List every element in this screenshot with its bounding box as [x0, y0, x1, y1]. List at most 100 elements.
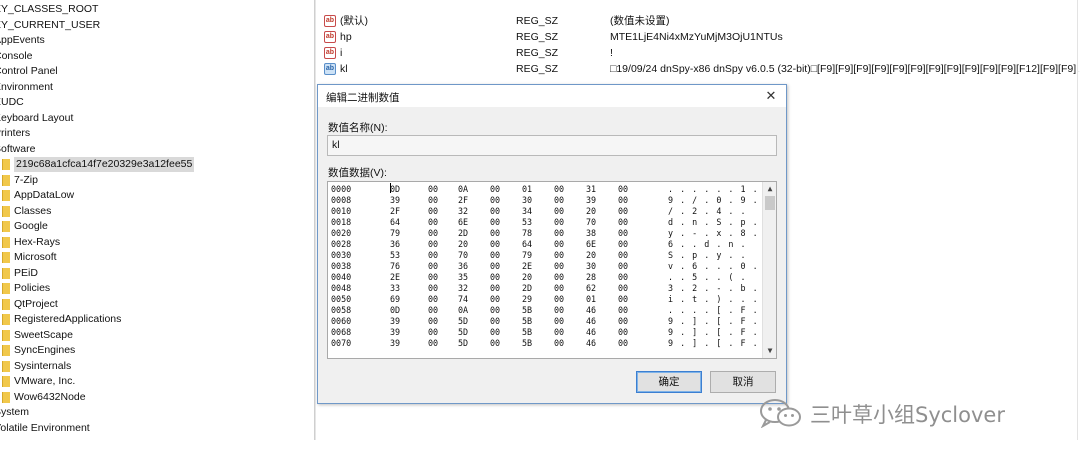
hex-byte: 00 [490, 217, 501, 227]
hex-byte: 46 [586, 338, 597, 348]
hex-ascii: . . . . [ . F . [668, 305, 759, 315]
hex-offset: 0050 [331, 294, 352, 304]
tree-item[interactable]: System [0, 405, 29, 420]
hex-byte: 5D [458, 316, 469, 326]
hex-row: 0068 39 00 5D 00 5B 00 46 00 9 . ] . [ . F . [328, 327, 768, 338]
close-icon[interactable]: ✕ [762, 87, 780, 105]
hex-byte: 2F [458, 195, 469, 205]
hex-byte: 70 [586, 217, 597, 227]
hex-byte: 32 [458, 283, 469, 293]
pane-splitter[interactable] [314, 0, 316, 440]
tree-item[interactable]: Software [0, 142, 35, 157]
tree-item[interactable]: Environment [0, 80, 53, 95]
hex-byte: 32 [458, 206, 469, 216]
tree-item[interactable]: EUDC [0, 95, 24, 110]
tree-item-label: Google [14, 220, 48, 232]
hex-byte: 00 [490, 250, 501, 260]
hex-row: 0020 79 00 2D 00 78 00 38 00 y . - . x . 8 . [328, 228, 768, 239]
cancel-button[interactable]: 取消 [710, 371, 776, 393]
hex-byte: 00 [618, 261, 629, 271]
hex-byte: 46 [586, 327, 597, 337]
tree-item-label: PEiD [14, 266, 38, 279]
hex-byte: 00 [428, 316, 439, 326]
value-name: i [340, 47, 343, 59]
hex-offset: 0070 [331, 338, 352, 348]
hex-row: 0070 39 00 5D 00 5B 00 46 00 9 . ] . [ . F . [328, 338, 768, 349]
hex-ascii: 6 . . d . n . [668, 239, 747, 249]
tree-item[interactable]: EY_CURRENT_USER [0, 18, 100, 33]
ok-button[interactable]: 确定 [636, 371, 702, 393]
hex-row: 0000 0D 00 0A 00 01 00 31 00 . . . . . . 1 . [328, 184, 768, 195]
value-name-field: kl [327, 135, 777, 156]
hex-byte: 00 [618, 305, 629, 315]
hex-byte: 2D [458, 228, 469, 238]
hex-byte: 00 [554, 294, 565, 304]
registry-value-row[interactable]: ab hp REG_SZ MTE1LjE4Ni4xMzYuMjM3OjU1NTUs [322, 30, 1080, 45]
tree-item[interactable]: Printers [0, 126, 30, 141]
hex-byte: 00 [618, 283, 629, 293]
hex-byte: 00 [618, 338, 629, 348]
tree-item[interactable]: Console [0, 49, 33, 64]
registry-value-row[interactable]: ab i REG_SZ! [322, 46, 1080, 61]
scroll-down-icon[interactable]: ▼ [763, 344, 776, 358]
folder-icon [2, 174, 10, 186]
tree-item[interactable]: Keyboard Layout [0, 111, 73, 126]
hex-byte: 00 [554, 250, 565, 260]
hex-byte: 00 [490, 338, 501, 348]
hex-ascii: 9 . ] . [ . F . [668, 316, 759, 326]
registry-value-row[interactable]: ab kl REG_SZ □19/09/24 dnSpy-x86 dnSpy v6.0… [322, 62, 1080, 77]
folder-icon [2, 252, 10, 263]
hex-byte: 00 [428, 305, 439, 315]
hex-byte: 00 [428, 294, 439, 304]
folder-icon [2, 329, 10, 341]
hex-editor[interactable]: 0000 0D 00 0A 00 01 00 31 00. . . . . . 1 . 0008 3… [327, 181, 777, 359]
hex-ascii: 9 . ] . [ . F . [668, 338, 759, 348]
hex-byte: 00 [490, 184, 501, 194]
hex-byte: 00 [490, 272, 501, 282]
hex-byte: 00 [554, 305, 565, 315]
hex-byte: 00 [618, 195, 629, 205]
hex-byte: 33 [390, 283, 401, 293]
hex-scrollbar[interactable]: ▲ ▼ [762, 182, 776, 358]
value-type: REG_SZ [516, 47, 559, 59]
hex-byte: 79 [522, 250, 533, 260]
hex-ascii: 9 . / . 0 . 9 . [668, 195, 759, 205]
value-data: ! [610, 47, 613, 59]
hex-byte: 2E [522, 261, 533, 271]
tree-item[interactable]: Volatile Environment [0, 421, 90, 436]
tree-item[interactable]: EY_CLASSES_ROOT [0, 2, 98, 17]
hex-byte: 01 [522, 184, 533, 194]
hex-row: 0008 39 00 2F 00 30 00 39 00 9 . / . 0 . 9 . [328, 195, 768, 206]
hex-row: 0038 76 00 36 00 2E 00 30 00 v . 6 . . . 0 . [328, 261, 768, 272]
hex-byte: 00 [490, 239, 501, 249]
hex-ascii: . . . . . . 1 . [668, 184, 759, 194]
hex-byte: 00 [554, 261, 565, 271]
hex-offset: 0048 [331, 283, 352, 293]
folder-icon [2, 391, 10, 403]
hex-byte: 39 [586, 195, 597, 205]
value-name: (默认) [340, 15, 368, 27]
hex-byte: 69 [390, 294, 401, 304]
dialog-titlebar[interactable]: 编辑二进制数值 ✕ [318, 85, 786, 107]
tree-item-label: Microsoft [14, 251, 57, 263]
tree-item-label: 7-Zip [14, 173, 38, 186]
hex-byte: 0A [458, 184, 469, 194]
string-value-icon: ab [324, 47, 336, 59]
tree-item[interactable]: Control Panel [0, 64, 58, 79]
tree-item[interactable]: AppEvents [0, 33, 45, 48]
hex-byte: 00 [428, 261, 439, 271]
hex-byte: 39 [390, 338, 401, 348]
hex-byte: 70 [458, 250, 469, 260]
hex-byte: 00 [618, 184, 629, 194]
value-name: kl [340, 63, 348, 75]
hex-byte: 00 [428, 184, 439, 194]
hex-byte: 00 [490, 283, 501, 293]
hex-offset: 0018 [331, 217, 352, 227]
hex-byte: 00 [490, 294, 501, 304]
hex-row: 0018 64 00 6E 00 53 00 70 00 d . n . S . p . [328, 217, 768, 228]
hex-byte: 36 [458, 261, 469, 271]
scroll-thumb[interactable] [765, 196, 775, 210]
hex-byte: 00 [618, 294, 629, 304]
registry-value-row[interactable]: ab (默认) REG_SZ (数值未设置) [322, 14, 1080, 29]
scroll-up-icon[interactable]: ▲ [763, 182, 776, 196]
